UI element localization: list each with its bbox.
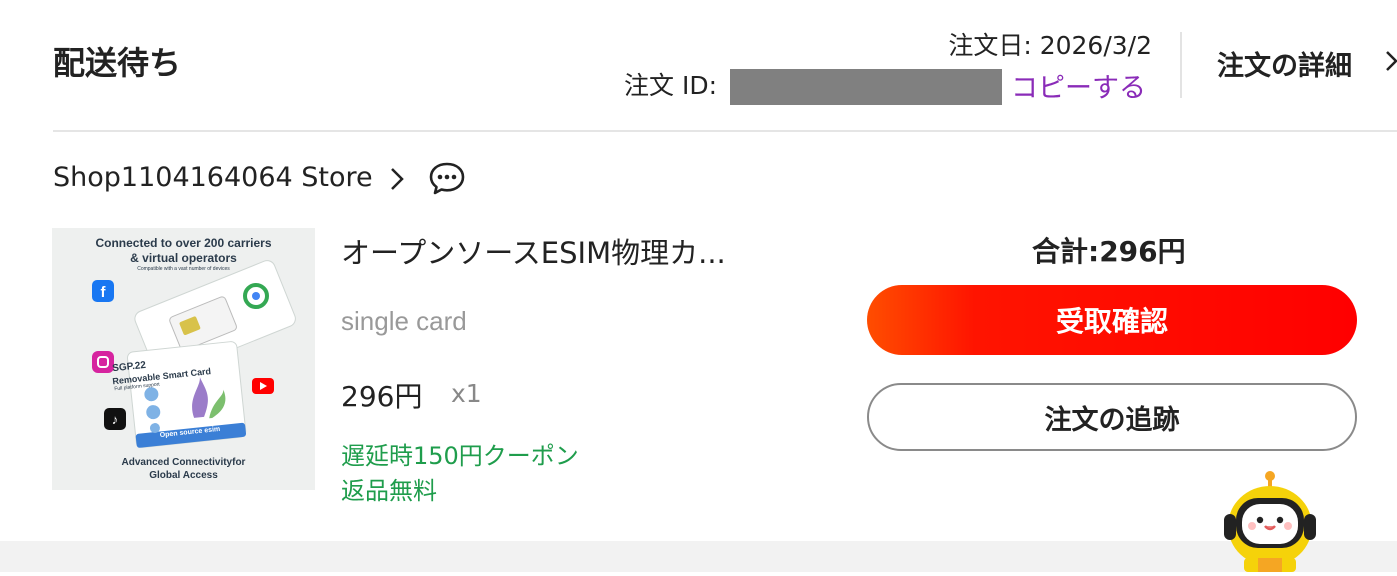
svg-text:♪: ♪ — [112, 412, 119, 427]
section-divider — [53, 130, 1397, 132]
product-price: 296円 — [341, 380, 423, 413]
copy-order-id-button[interactable]: コピーする — [1011, 66, 1146, 105]
delay-coupon-badge: 遅延時150円クーポン — [341, 442, 579, 470]
image-footer-2: Global Access — [149, 470, 218, 481]
image-footer-1: Advanced Connectivityfor — [121, 457, 246, 468]
product-title[interactable]: オープンソースESIM物理カ... — [341, 230, 726, 272]
order-details-link[interactable]: 注文の詳細 — [1217, 44, 1352, 83]
chat-bubble-icon[interactable] — [428, 160, 466, 200]
product-quantity: x1 — [451, 379, 482, 408]
store-name-link[interactable]: Shop1104164064 Store — [53, 162, 373, 193]
product-variant: single card — [341, 306, 467, 336]
confirm-receipt-button[interactable]: 受取確認 — [867, 285, 1357, 355]
product-image[interactable]: Connected to over 200 carriers & virtual… — [52, 228, 315, 490]
chevron-right-icon[interactable] — [388, 166, 406, 196]
order-status: 配送待ち — [53, 44, 182, 82]
header-divider — [1180, 32, 1182, 98]
order-id-redacted — [730, 69, 1002, 105]
chevron-right-icon[interactable] — [1386, 46, 1397, 80]
order-total: 合計:296円 — [1032, 235, 1186, 268]
free-return-badge: 返品無料 — [341, 477, 437, 505]
page-footer-band — [0, 541, 1397, 572]
order-id-label: 注文 ID: — [624, 71, 717, 100]
mascot-robot-icon[interactable] — [1222, 468, 1318, 576]
track-order-button[interactable]: 注文の追跡 — [867, 383, 1357, 451]
order-date: 注文日: 2026/3/2 — [948, 31, 1152, 60]
